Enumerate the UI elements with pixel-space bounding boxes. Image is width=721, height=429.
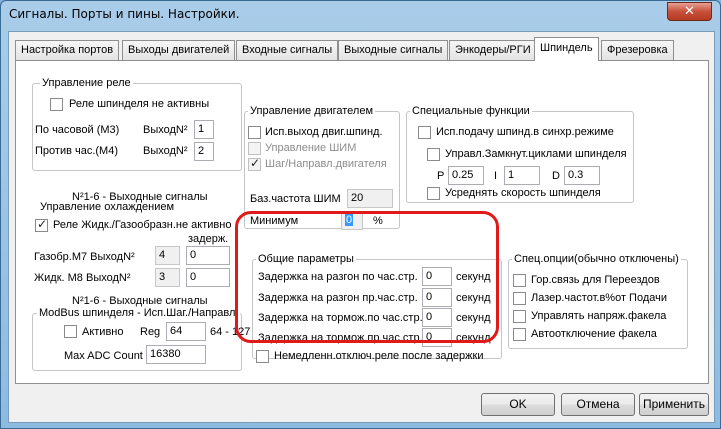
immediate-relay-off-checkbox[interactable] (256, 350, 269, 363)
base-freq-input[interactable]: 20 (347, 189, 393, 208)
tab-motor-outputs[interactable]: Выходы двигателей (122, 40, 236, 60)
tab-output-signals[interactable]: Выходные сигналы (338, 40, 449, 60)
closed-loop-label: Управл.Замкнут.циклами шпинделя (445, 148, 627, 160)
liquid-delay-input[interactable]: 0 (186, 268, 230, 287)
use-spindle-output-label: Исп.выход двиг.шпинд. (265, 126, 383, 138)
relay-control-title: Управление реле (40, 77, 133, 89)
cooling-inactive-label: Реле Жидк./Газообразн.не активно (53, 219, 232, 231)
step-dir-checkbox[interactable] (248, 156, 261, 171)
gas-output-label: Газобр.M7 ВыходN² (34, 251, 135, 263)
closed-loop-checkbox[interactable] (427, 148, 440, 161)
option-1-checkbox[interactable] (513, 274, 526, 287)
close-button[interactable]: ✕ (667, 2, 712, 21)
liquid-output-label: Жидк. M8 ВыходN² (34, 272, 131, 284)
max-adc-input[interactable]: 16380 (146, 345, 206, 364)
option-2-checkbox[interactable] (513, 292, 526, 305)
modbus-active-label: Активно (82, 326, 124, 338)
modbus-active-checkbox[interactable] (64, 325, 77, 338)
special-options-title: Спец.опции(обычно отключены) (512, 253, 681, 265)
tab-milling[interactable]: Фрезеровка (601, 40, 674, 60)
cooling-inactive-checkbox[interactable] (35, 217, 48, 232)
cw-label: По часовой (M3) (35, 124, 120, 136)
modbus-reg-label: Reg (140, 326, 161, 338)
ccw-label: Против час.(M4) (35, 145, 118, 157)
option-4-checkbox[interactable] (513, 328, 526, 341)
apply-button[interactable]: Применить (639, 393, 709, 416)
ccw-output-input[interactable]: 2 (194, 142, 214, 161)
p-input[interactable]: 0.25 (448, 166, 484, 185)
cw-output-input[interactable]: 1 (194, 120, 214, 139)
cw-output-label: ВыходN² (143, 124, 188, 136)
tab-port-setup[interactable]: Настройка портов (15, 40, 120, 60)
pwm-label: Управление ШИМ (265, 142, 357, 154)
window-title: Сигналы. Порты и пины. Настройки. (9, 7, 240, 21)
option-3-checkbox[interactable] (513, 310, 526, 323)
cancel-button[interactable]: Отмена (561, 393, 635, 416)
i-input[interactable]: 1 (504, 166, 540, 185)
option-2-label: Лазер.частот.в%от Подачи (531, 292, 667, 304)
delay-header: задерж. (188, 233, 229, 245)
d-input[interactable]: 0.3 (564, 166, 600, 185)
tab-input-signals[interactable]: Входные сигналы (236, 40, 339, 60)
gas-output-input[interactable]: 4 (155, 246, 180, 265)
option-1-label: Гор.связь для Переездов (531, 274, 660, 286)
base-freq-label: Баз.частота ШИМ (250, 193, 341, 205)
modbus-title: ModBus шпинделя - Исп.Шаг./Направл. (37, 307, 241, 319)
step-dir-label: Шаг/Направл.двигателя (265, 158, 387, 170)
option-3-label: Управлять напряж.факела (531, 310, 667, 322)
gas-delay-input[interactable]: 0 (186, 246, 230, 265)
immediate-relay-off-label: Немедленн.отключ.реле после задержки (274, 350, 484, 362)
avg-speed-label: Усреднять скорость шпинделя (445, 187, 601, 199)
d-label: D (552, 170, 560, 182)
motor-control-title: Управление двигателем (248, 105, 376, 117)
max-adc-label: Max ADC Count (64, 350, 143, 362)
relay-control-group: Управление реле Реле шпинделя не активны… (32, 77, 242, 171)
option-4-label: Автоотключение факела (531, 328, 657, 340)
relay-inactive-checkbox[interactable] (50, 98, 63, 111)
pwm-checkbox[interactable] (248, 142, 261, 155)
use-spindle-output-checkbox[interactable] (248, 126, 261, 139)
modbus-reg-input[interactable]: 64 (166, 322, 206, 341)
special-functions-title: Специальные функции (410, 105, 532, 117)
special-functions-group: Специальные функции Исп.подачу шпинд.в с… (406, 105, 634, 203)
avg-speed-checkbox[interactable] (427, 187, 440, 200)
sync-feed-label: Исп.подачу шпинд.в синхр.режиме (436, 126, 614, 138)
cooling-control-title: Управление охлаждением (40, 201, 175, 213)
tab-encoders[interactable]: Энкодеры/РГИ (449, 40, 537, 60)
sync-feed-checkbox[interactable] (418, 126, 431, 139)
liquid-output-input[interactable]: 3 (155, 268, 180, 287)
ok-button[interactable]: OK (481, 393, 555, 416)
ccw-output-label: ВыходN² (143, 145, 188, 157)
settings-window: Сигналы. Порты и пины. Настройки. ✕ Наст… (0, 0, 721, 429)
p-label: P (437, 170, 445, 182)
highlight-annotation (235, 211, 499, 343)
special-options-group: Спец.опции(обычно отключены) Гор.связь д… (508, 253, 688, 349)
i-label: I (494, 170, 498, 182)
relay-inactive-label: Реле шпинделя не активны (69, 98, 210, 110)
tab-spindle[interactable]: Шпиндель (534, 37, 599, 61)
